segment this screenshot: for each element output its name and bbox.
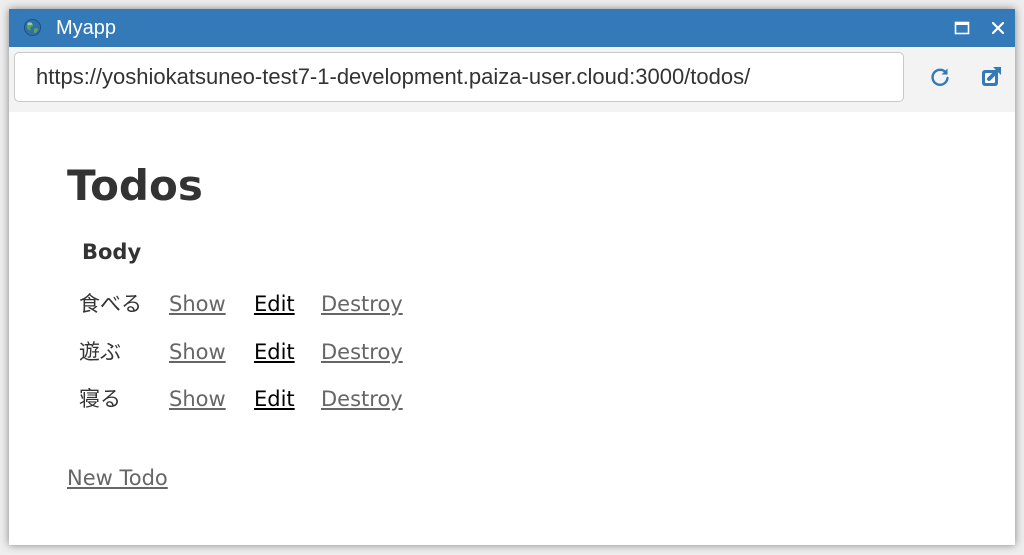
destroy-link[interactable]: Destroy	[321, 383, 403, 415]
todo-body: 食べる	[79, 292, 142, 316]
window-title: Myapp	[56, 17, 117, 39]
edit-link[interactable]: Edit	[254, 383, 295, 415]
table-row: 遊ぶ Show Edit Destroy	[9, 336, 509, 368]
table-row: 寝る Show Edit Destroy	[9, 383, 509, 415]
todo-body: 寝る	[79, 387, 121, 411]
show-link[interactable]: Show	[169, 288, 226, 320]
url-input[interactable]: https://yoshiokatsuneo-test7-1-developme…	[14, 52, 904, 102]
close-icon[interactable]	[989, 19, 1007, 37]
todo-body: 遊ぶ	[79, 340, 121, 364]
table-header-body: Body	[82, 240, 142, 264]
page-content: Todos Body 食べる Show Edit Destroy 遊ぶ Show…	[9, 112, 1015, 545]
maximize-icon[interactable]	[953, 19, 971, 37]
show-link[interactable]: Show	[169, 336, 226, 368]
reload-icon[interactable]	[928, 65, 952, 89]
table-row: 食べる Show Edit Destroy	[9, 288, 509, 320]
destroy-link[interactable]: Destroy	[321, 288, 403, 320]
address-bar: https://yoshiokatsuneo-test7-1-developme…	[9, 47, 1015, 112]
destroy-link[interactable]: Destroy	[321, 336, 403, 368]
show-link[interactable]: Show	[169, 383, 226, 415]
title-bar[interactable]: Myapp	[9, 9, 1015, 47]
page-title: Todos	[67, 161, 203, 210]
open-external-icon[interactable]	[979, 65, 1003, 89]
globe-icon	[23, 18, 42, 37]
edit-link[interactable]: Edit	[254, 288, 295, 320]
edit-link[interactable]: Edit	[254, 336, 295, 368]
new-todo-link[interactable]: New Todo	[67, 462, 168, 494]
app-window: Myapp https://yoshiokatsuneo-test7-1-dev…	[9, 9, 1015, 545]
